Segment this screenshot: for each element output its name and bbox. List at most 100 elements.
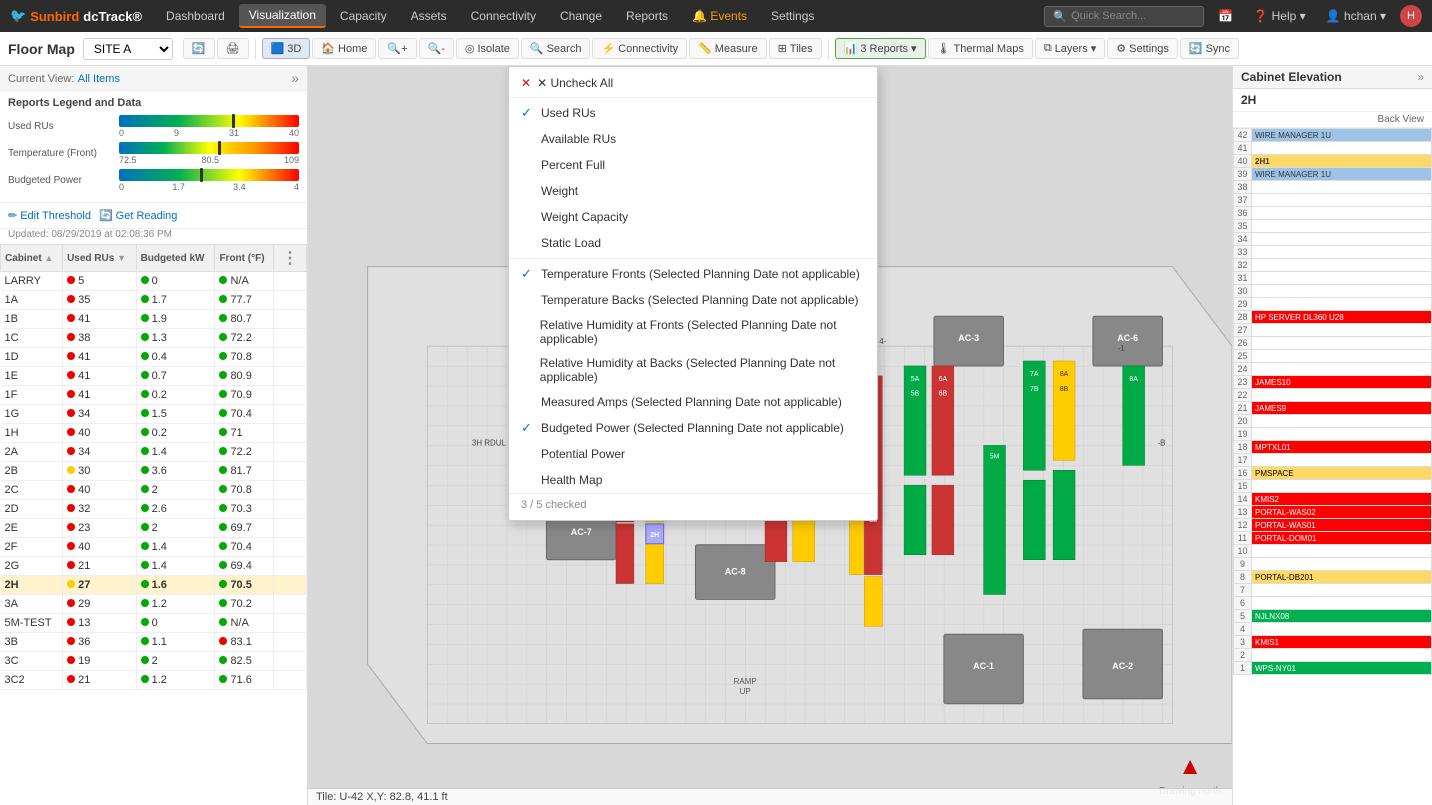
current-view-link[interactable]: All Items — [78, 73, 120, 85]
table-row[interactable]: 1G 34 1.5 70.4 — [1, 405, 307, 424]
ru-label[interactable]: WPS-NY01 — [1252, 662, 1432, 675]
table-row[interactable]: 1D 41 0.4 70.8 — [1, 348, 307, 367]
table-row[interactable]: 2H 27 1.6 70.5 — [1, 576, 307, 595]
dd-measured-amps[interactable]: ✓ Measured Amps (Selected Planning Date … — [509, 389, 877, 415]
ru-label[interactable]: KMIS2 — [1252, 493, 1432, 506]
ru-label[interactable]: WIRE MANAGER 1U — [1252, 168, 1432, 181]
print-button[interactable]: 🖨 — [217, 38, 249, 59]
help-icon[interactable]: ❓ Help ▾ — [1247, 7, 1311, 25]
elevation-row: 16 PMSPACE — [1234, 467, 1432, 480]
ru-label[interactable]: JAMES10 — [1252, 376, 1432, 389]
col-cabinet[interactable]: Cabinet ▲ — [1, 245, 63, 272]
ru-label[interactable]: 2H1 — [1252, 155, 1432, 168]
table-row[interactable]: 2B 30 3.6 81.7 — [1, 462, 307, 481]
dd-temp-backs[interactable]: ✓ Temperature Backs (Selected Planning D… — [509, 287, 877, 313]
nav-events[interactable]: 🔔 Events — [682, 5, 757, 27]
connectivity-button[interactable]: ⚡ Connectivity — [592, 38, 687, 59]
3d-button[interactable]: 🟦 3D — [262, 38, 311, 59]
ru-label[interactable]: JAMES9 — [1252, 402, 1432, 415]
ru-label[interactable]: PORTAL-WAS01 — [1252, 519, 1432, 532]
col-front-f[interactable]: Front (°F) — [215, 245, 274, 272]
table-row[interactable]: 1B 41 1.9 80.7 — [1, 310, 307, 329]
table-row[interactable]: 3C2 21 1.2 71.6 — [1, 671, 307, 690]
home-button[interactable]: 🏠 Home — [312, 38, 376, 59]
table-row[interactable]: 3C 19 2 82.5 — [1, 652, 307, 671]
table-row[interactable]: 3B 36 1.1 83.1 — [1, 633, 307, 652]
settings-button[interactable]: ⚙ Settings — [1107, 38, 1178, 59]
table-row[interactable]: 2G 21 1.4 69.4 — [1, 557, 307, 576]
table-row[interactable]: 1E 41 0.7 80.9 — [1, 367, 307, 386]
center-map[interactable]: AC-4 AC-1 AC-5 AC-3 AC-7 — [308, 66, 1232, 805]
ru-label[interactable]: HP SERVER DL360 U28 — [1252, 311, 1432, 324]
dd-weight-capacity[interactable]: ✓ Weight Capacity — [509, 204, 877, 230]
edit-threshold-button[interactable]: ✏ Edit Threshold — [8, 207, 91, 224]
zoom-in-button[interactable]: 🔍+ — [378, 38, 416, 59]
col-budgeted-kw[interactable]: Budgeted kW — [136, 245, 215, 272]
nav-settings[interactable]: Settings — [761, 5, 824, 27]
expand-panel-button[interactable]: » — [1417, 70, 1424, 84]
col-used-rus[interactable]: Used RUs ▼ — [63, 245, 137, 272]
col-more[interactable]: ⋮ — [274, 245, 307, 272]
nav-dashboard[interactable]: Dashboard — [156, 5, 235, 27]
isolate-button[interactable]: ◎ Isolate — [456, 38, 519, 59]
dd-used-rus[interactable]: ✓ Used RUs — [509, 100, 877, 126]
ru-number: 14 — [1234, 493, 1252, 506]
nav-visualization[interactable]: Visualization — [239, 4, 326, 28]
table-row[interactable]: 2C 40 2 70.8 — [1, 481, 307, 500]
dd-weight[interactable]: ✓ Weight — [509, 178, 877, 204]
refresh-button[interactable]: 🔄 — [183, 38, 215, 59]
table-row[interactable]: 2F 40 1.4 70.4 — [1, 538, 307, 557]
elevation-scroll[interactable]: 42 WIRE MANAGER 1U 41 40 2H1 39 WIRE MAN… — [1233, 128, 1432, 805]
site-select[interactable]: SITE A — [83, 38, 173, 60]
table-row[interactable]: 1A 35 1.7 77.7 — [1, 291, 307, 310]
table-row[interactable]: 1F 41 0.2 70.9 — [1, 386, 307, 405]
avatar-icon[interactable]: H — [1400, 5, 1422, 27]
table-row[interactable]: 2E 23 2 69.7 — [1, 519, 307, 538]
quick-search-box[interactable]: 🔍 Quick Search... — [1044, 6, 1204, 27]
search-button[interactable]: 🔍 Search — [521, 38, 591, 59]
table-row[interactable]: 1C 38 1.3 72.2 — [1, 329, 307, 348]
table-row[interactable]: 1H 40 0.2 71 — [1, 424, 307, 443]
dd-temp-fronts[interactable]: ✓ Temperature Fronts (Selected Planning … — [509, 261, 877, 287]
nav-change[interactable]: Change — [550, 5, 612, 27]
collapse-panel-button[interactable]: » — [291, 70, 299, 86]
ru-label[interactable]: MPTXL01 — [1252, 441, 1432, 454]
zoom-out-button[interactable]: 🔍- — [419, 38, 454, 59]
ru-label[interactable]: PORTAL-DB201 — [1252, 571, 1432, 584]
measure-button[interactable]: 📏 Measure — [689, 38, 767, 59]
nav-reports[interactable]: Reports — [616, 5, 678, 27]
thermal-maps-button[interactable]: 🌡 Thermal Maps — [928, 38, 1033, 59]
get-reading-button[interactable]: 🔄 Get Reading — [99, 207, 177, 224]
table-row[interactable]: 2D 32 2.6 70.3 — [1, 500, 307, 519]
dd-health-map[interactable]: ✓ Health Map — [509, 467, 877, 493]
table-row[interactable]: LARRY 5 0 N/A — [1, 272, 307, 291]
dd-percent-full[interactable]: ✓ Percent Full — [509, 152, 877, 178]
ru-label[interactable]: KMIS1 — [1252, 636, 1432, 649]
dd-budgeted-power[interactable]: ✓ Budgeted Power (Selected Planning Date… — [509, 415, 877, 441]
reports-button[interactable]: 📊 3 Reports ▾ — [835, 38, 926, 59]
ru-label[interactable]: WIRE MANAGER 1U — [1252, 129, 1432, 142]
dd-rel-humidity-backs[interactable]: ✓ Relative Humidity at Backs (Selected P… — [509, 351, 877, 389]
uncheck-all-item[interactable]: ✕ ✕ Uncheck All — [509, 71, 877, 95]
data-table-container[interactable]: Cabinet ▲ Used RUs ▼ Budgeted kW Front (… — [0, 244, 307, 805]
nav-connectivity[interactable]: Connectivity — [461, 5, 546, 27]
ru-label[interactable]: PORTAL-DOM01 — [1252, 532, 1432, 545]
table-row[interactable]: 2A 34 1.4 72.2 — [1, 443, 307, 462]
table-row[interactable]: 5M-TEST 13 0 N/A — [1, 614, 307, 633]
user-icon[interactable]: 👤 hchan ▾ — [1320, 7, 1392, 25]
ru-label[interactable]: NJLNX08 — [1252, 610, 1432, 623]
calendar-icon[interactable]: 📅 — [1212, 7, 1239, 25]
nav-capacity[interactable]: Capacity — [330, 5, 397, 27]
dd-available-rus[interactable]: ✓ Available RUs — [509, 126, 877, 152]
ru-label[interactable]: PORTAL-WAS02 — [1252, 506, 1432, 519]
nav-assets[interactable]: Assets — [401, 5, 457, 27]
table-row[interactable]: 3A 29 1.2 70.2 — [1, 595, 307, 614]
dd-static-load[interactable]: ✓ Static Load — [509, 230, 877, 256]
sync-button[interactable]: 🔄 Sync — [1180, 38, 1239, 59]
dd-rel-humidity-fronts[interactable]: ✓ Relative Humidity at Fronts (Selected … — [509, 313, 877, 351]
layers-button[interactable]: ⧉ Layers ▾ — [1035, 38, 1105, 59]
tiles-button[interactable]: ⊞ Tiles — [769, 38, 822, 59]
dd-potential-power[interactable]: ✓ Potential Power — [509, 441, 877, 467]
used-rus-cell: 41 — [63, 367, 137, 386]
ru-label[interactable]: PMSPACE — [1252, 467, 1432, 480]
